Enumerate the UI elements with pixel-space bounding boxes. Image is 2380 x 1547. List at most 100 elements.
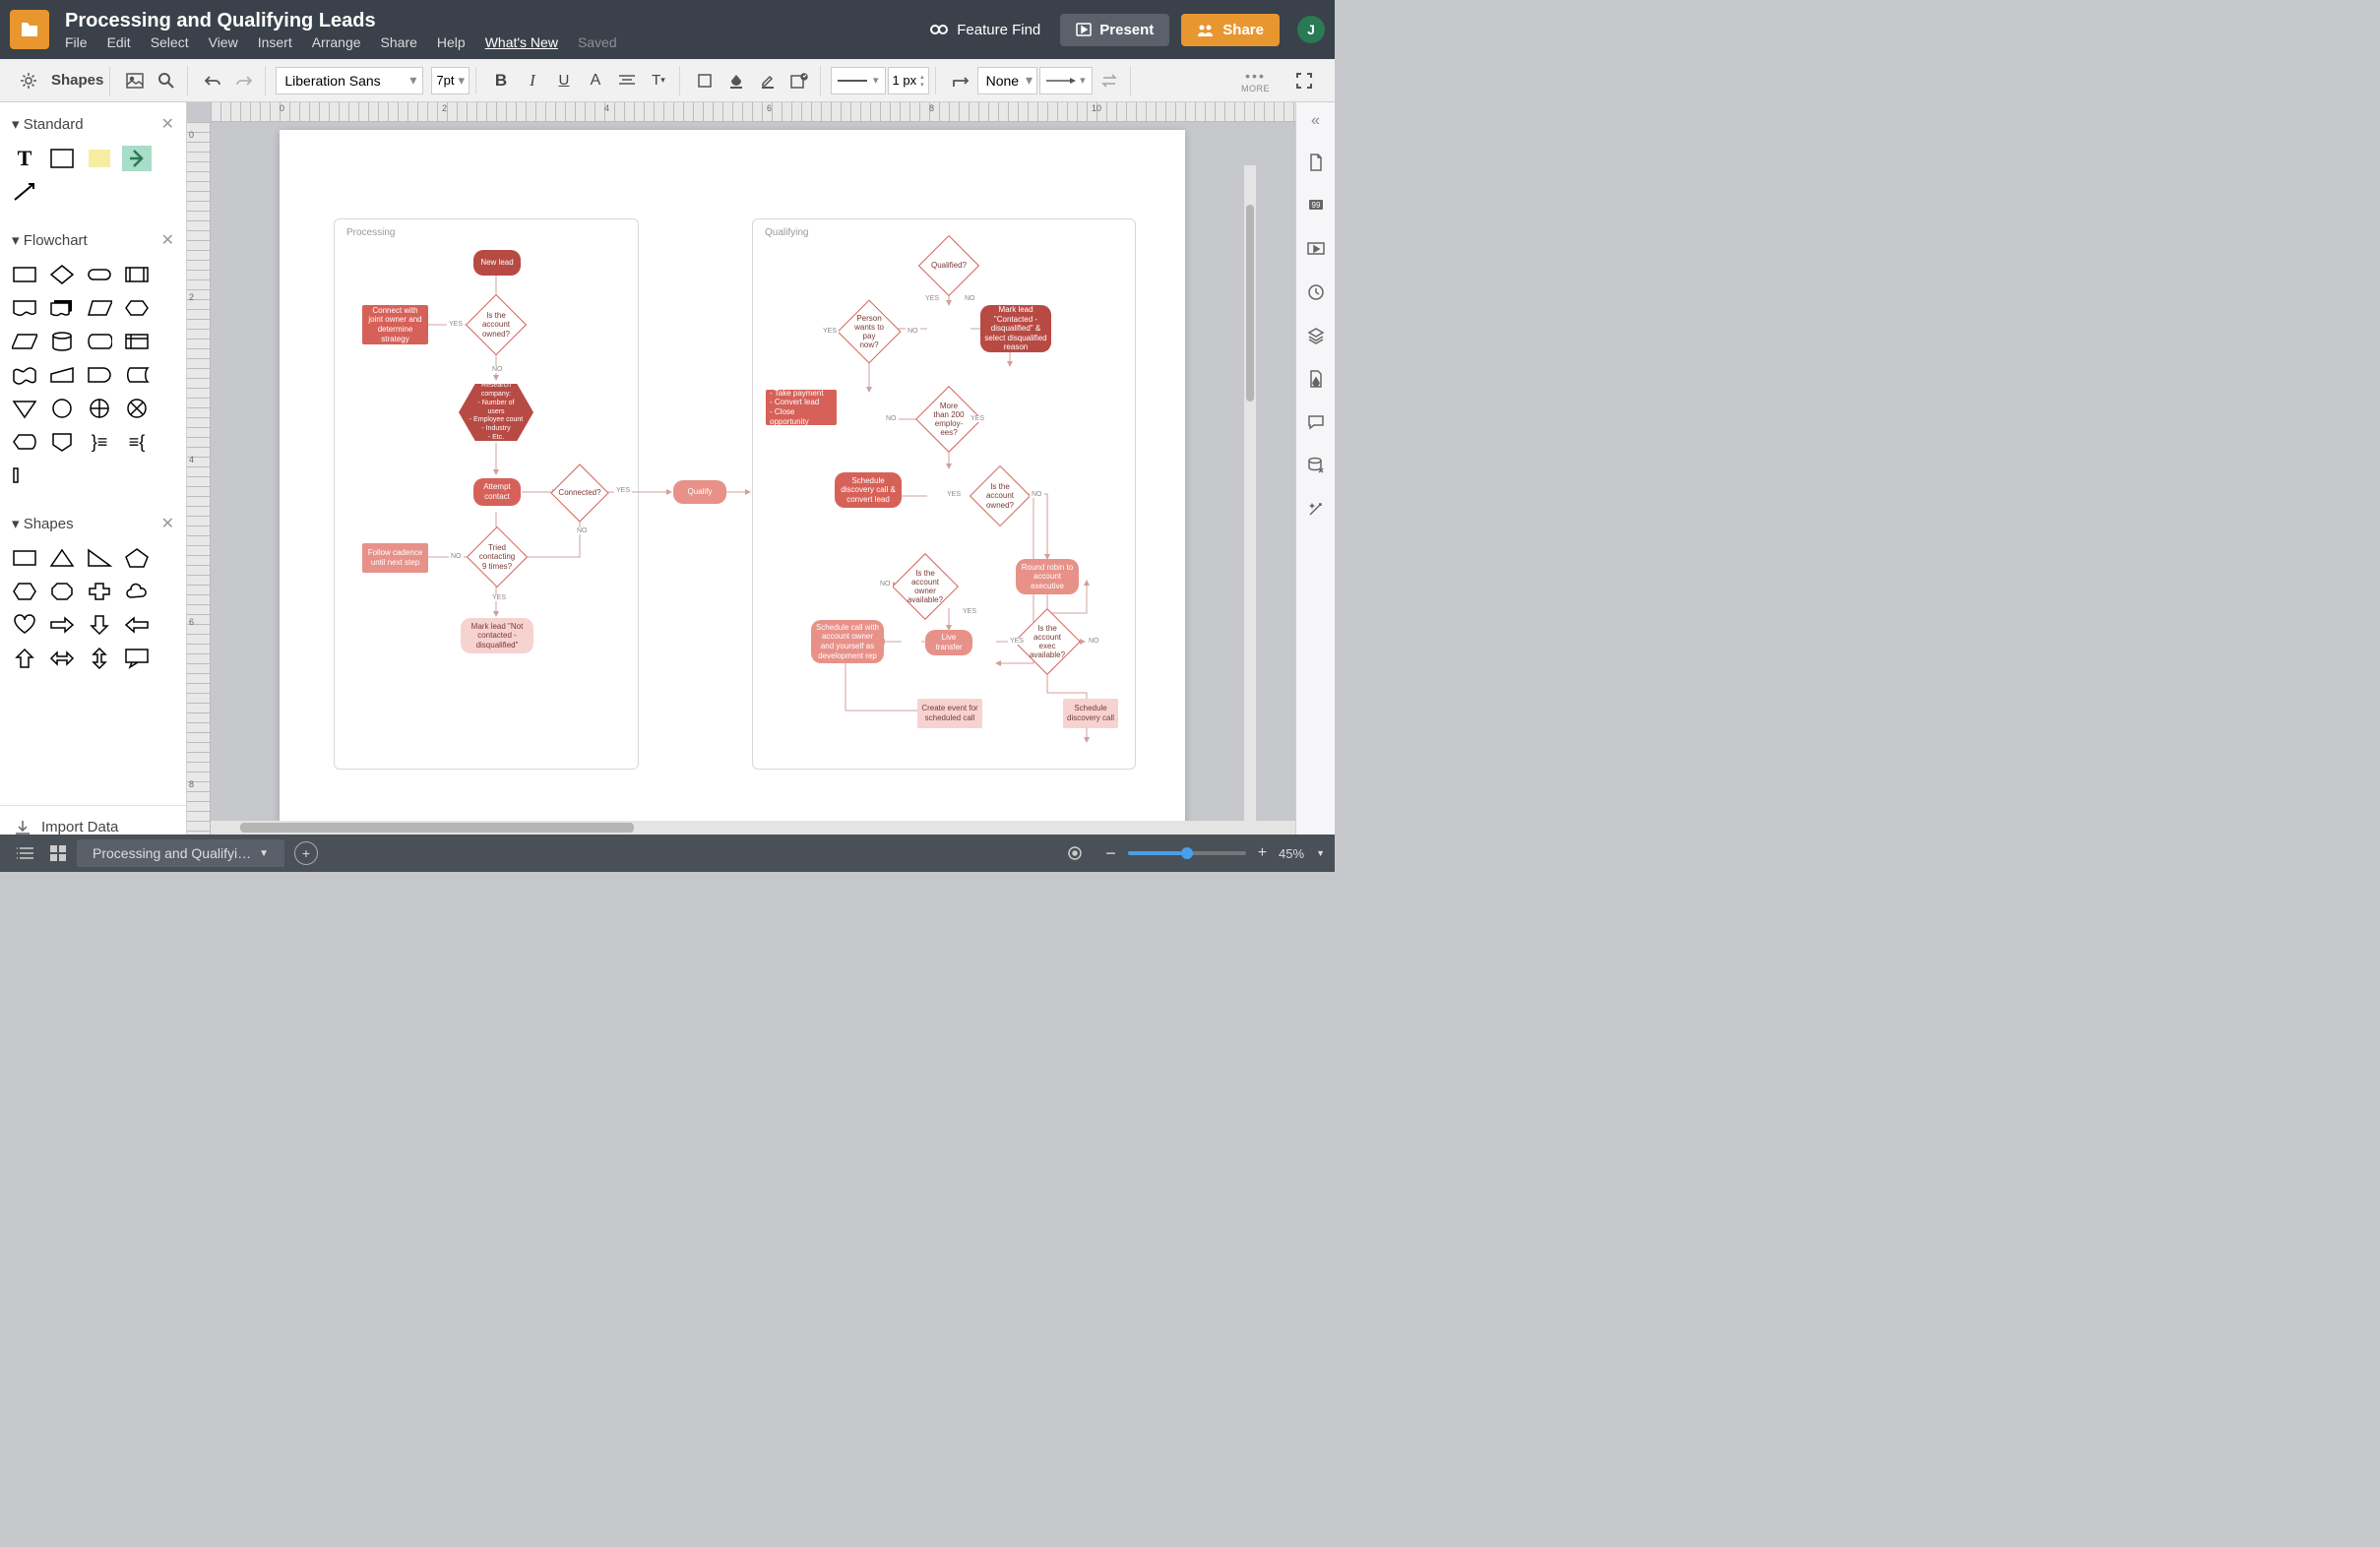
fc-brace-l[interactable]: ≡{ [122,429,152,455]
node-pay-now[interactable]: Person wants to pay now? [846,309,892,354]
close-icon[interactable]: ✕ [161,114,174,134]
menu-insert[interactable]: Insert [258,34,292,50]
zoom-value[interactable]: 45% [1279,846,1304,861]
node-qualify[interactable]: Qualify [673,480,726,504]
font-select[interactable]: Liberation Sans [276,67,423,94]
shape-options-icon[interactable] [784,66,814,95]
fc-document[interactable] [10,295,39,321]
node-cadence[interactable]: Follow cadence until next step [362,543,428,573]
list-icon[interactable] [10,838,39,868]
node-new-lead[interactable]: New lead [473,250,521,276]
node-owned2[interactable]: Is the account owned? [978,474,1022,518]
sh-rect[interactable] [10,545,39,571]
align-icon[interactable] [612,66,642,95]
horizontal-scrollbar[interactable] [211,821,1295,835]
page-icon[interactable] [1305,152,1327,173]
fc-decision[interactable] [47,262,77,287]
data-icon[interactable] [1305,455,1327,476]
node-schedule-discovery[interactable]: Schedule discovery call & convert lead [835,472,902,508]
note-shape[interactable] [85,146,114,171]
fc-stored[interactable] [122,362,152,388]
fullscreen-icon[interactable] [1289,66,1319,95]
node-attempt[interactable]: Attempt contact [473,478,521,506]
border-color-icon[interactable] [753,66,783,95]
node-over-200[interactable]: More than 200 employ-ees? [925,396,972,443]
more-button[interactable]: ••• MORE [1241,68,1270,93]
clock-icon[interactable] [1305,281,1327,303]
arrow-shape[interactable] [10,179,39,205]
app-logo[interactable] [10,10,49,49]
qualifying-container[interactable]: Qualifying [752,218,1136,770]
node-connected[interactable]: Connected? [559,472,600,514]
line-fill-select[interactable]: None [977,67,1037,94]
fc-process[interactable] [10,262,39,287]
search-icon[interactable] [152,66,181,95]
zoom-slider[interactable] [1128,851,1246,855]
magic-icon[interactable] [1305,498,1327,520]
connector-icon[interactable] [946,66,975,95]
user-avatar[interactable]: J [1297,16,1325,43]
sh-arrow-u[interactable] [10,646,39,671]
fc-display[interactable] [10,429,39,455]
node-round-robin[interactable]: Round robin to account executive [1016,559,1079,594]
fc-data[interactable] [85,295,114,321]
text-options-icon[interactable]: T▾ [644,66,673,95]
fc-brace-r[interactable]: }≡ [85,429,114,455]
fc-card[interactable] [10,463,39,488]
sh-arrow-r[interactable] [47,612,77,638]
fc-offpage[interactable] [47,429,77,455]
fc-merge[interactable] [10,396,39,421]
node-tried9[interactable]: Tried contacting 9 times? [475,535,519,579]
node-qualified[interactable]: Qualified? [927,244,971,287]
close-icon[interactable]: ✕ [161,230,174,250]
fc-manual-input[interactable] [47,362,77,388]
node-not-contacted[interactable]: Mark lead "Not contacted - disqualified" [461,618,533,653]
redo-icon[interactable] [229,66,259,95]
sh-cloud[interactable] [122,579,152,604]
sh-arrow-ud[interactable] [85,646,114,671]
block-shape[interactable] [47,146,77,171]
fc-parallelogram[interactable] [10,329,39,354]
sh-cross[interactable] [85,579,114,604]
document-title[interactable]: Processing and Qualifying Leads [65,10,929,32]
node-live-transfer[interactable]: Live transfer [925,630,972,655]
sh-hexagon[interactable] [10,579,39,604]
undo-icon[interactable] [198,66,227,95]
text-shape[interactable]: T [10,146,39,171]
fc-multidoc[interactable] [47,295,77,321]
menu-view[interactable]: View [209,34,238,50]
present-icon[interactable] [1305,238,1327,260]
page-tab[interactable]: Processing and Qualifyi…▼ [77,839,284,867]
node-mark-disq[interactable]: Mark lead "Contacted - disqualified" & s… [980,305,1051,352]
action-shape[interactable] [122,146,152,171]
comment-icon[interactable]: 99 [1305,195,1327,217]
sh-triangle[interactable] [47,545,77,571]
text-color-icon[interactable]: A [581,66,610,95]
menu-select[interactable]: Select [151,34,189,50]
fc-sum[interactable] [122,396,152,421]
fc-delay[interactable] [85,362,114,388]
sh-octagon[interactable] [47,579,77,604]
standard-section-header[interactable]: ▾ Standard✕ [8,108,178,140]
fill-color-icon[interactable] [721,66,751,95]
swap-icon[interactable] [1095,66,1124,95]
node-connect-owner[interactable]: Connect with joint owner and determine s… [362,305,428,344]
fill-shape-icon[interactable] [690,66,720,95]
fc-database[interactable] [47,329,77,354]
menu-file[interactable]: File [65,34,88,50]
sh-right-tri[interactable] [85,545,114,571]
arrow-style-select[interactable]: ▾ [1039,67,1093,94]
fc-or[interactable] [85,396,114,421]
fc-terminator[interactable] [85,262,114,287]
layers-icon[interactable] [1305,325,1327,346]
sh-heart[interactable] [10,612,39,638]
menu-edit[interactable]: Edit [107,34,131,50]
fc-connector[interactable] [47,396,77,421]
page[interactable]: Processing Qualifying [280,130,1185,838]
sh-pentagon[interactable] [122,545,152,571]
grid-icon[interactable] [43,838,73,868]
sh-arrow-d[interactable] [85,612,114,638]
fc-internal[interactable] [122,329,152,354]
paint-icon[interactable] [1305,368,1327,390]
fc-predefined[interactable] [122,262,152,287]
